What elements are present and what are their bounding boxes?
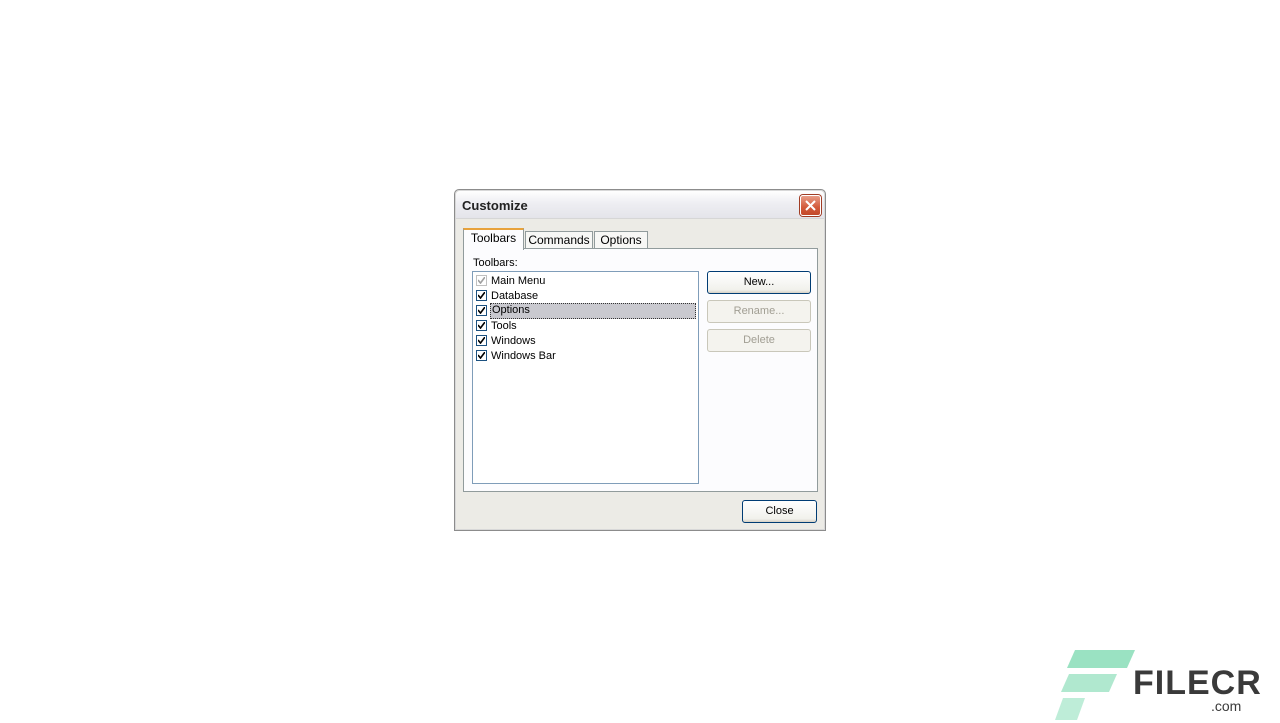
checkbox[interactable] <box>476 275 487 286</box>
tab-options-label: Options <box>600 233 642 247</box>
title-bar[interactable]: Customize <box>456 191 824 219</box>
list-item-label: Tools <box>491 320 517 332</box>
checkbox[interactable] <box>476 305 487 316</box>
tab-toolbars[interactable]: Toolbars <box>463 228 524 250</box>
list-item-label: Windows Bar <box>491 350 556 362</box>
list-item-main-menu[interactable]: Main Menu <box>474 274 697 289</box>
list-item-options[interactable]: Options <box>474 303 697 319</box>
tab-toolbars-label: Toolbars <box>470 231 517 245</box>
check-icon <box>478 307 485 314</box>
customize-dialog: Customize Toolbars Commands Options Tool… <box>454 189 826 531</box>
dialog-title: Customize <box>462 198 528 213</box>
delete-button-label: Delete <box>743 334 775 346</box>
check-icon <box>478 292 485 299</box>
check-icon <box>478 337 485 344</box>
close-icon <box>805 200 816 211</box>
check-icon <box>478 277 485 284</box>
close-button-label: Close <box>765 505 794 517</box>
tab-commands-label: Commands <box>528 233 590 247</box>
watermark-brand: FILECR <box>1133 664 1262 702</box>
checkbox[interactable] <box>476 320 487 331</box>
toolbars-panel: Toolbars: Main Menu Database Options Too… <box>463 248 818 492</box>
list-item-database[interactable]: Database <box>474 289 697 304</box>
delete-button[interactable]: Delete <box>707 329 811 352</box>
list-item-label: Options <box>490 303 696 319</box>
new-button-label: New... <box>743 276 775 288</box>
filecr-watermark: FILECR .com <box>1055 648 1261 720</box>
close-window-button[interactable] <box>800 195 821 216</box>
list-item-label: Main Menu <box>491 275 546 287</box>
checkbox[interactable] <box>476 290 487 301</box>
rename-button[interactable]: Rename... <box>707 300 811 323</box>
tab-options[interactable]: Options <box>594 231 648 249</box>
list-item-windows-bar[interactable]: Windows Bar <box>474 349 697 364</box>
checkbox[interactable] <box>476 350 487 361</box>
list-item-windows[interactable]: Windows <box>474 334 697 349</box>
new-button[interactable]: New... <box>707 271 811 294</box>
tab-commands[interactable]: Commands <box>525 231 593 249</box>
list-item-label: Windows <box>491 335 536 347</box>
watermark-suffix: .com <box>1211 698 1242 714</box>
rename-button-label: Rename... <box>733 305 785 317</box>
toolbars-list[interactable]: Main Menu Database Options Tools Windows… <box>472 271 699 484</box>
list-item-tools[interactable]: Tools <box>474 319 697 334</box>
check-icon <box>478 322 485 329</box>
close-button[interactable]: Close <box>742 500 817 523</box>
filecr-logo-icon <box>1055 650 1135 720</box>
checkbox[interactable] <box>476 335 487 346</box>
toolbars-label: Toolbars: <box>473 257 518 269</box>
list-item-label: Database <box>491 290 539 302</box>
check-icon <box>478 352 485 359</box>
